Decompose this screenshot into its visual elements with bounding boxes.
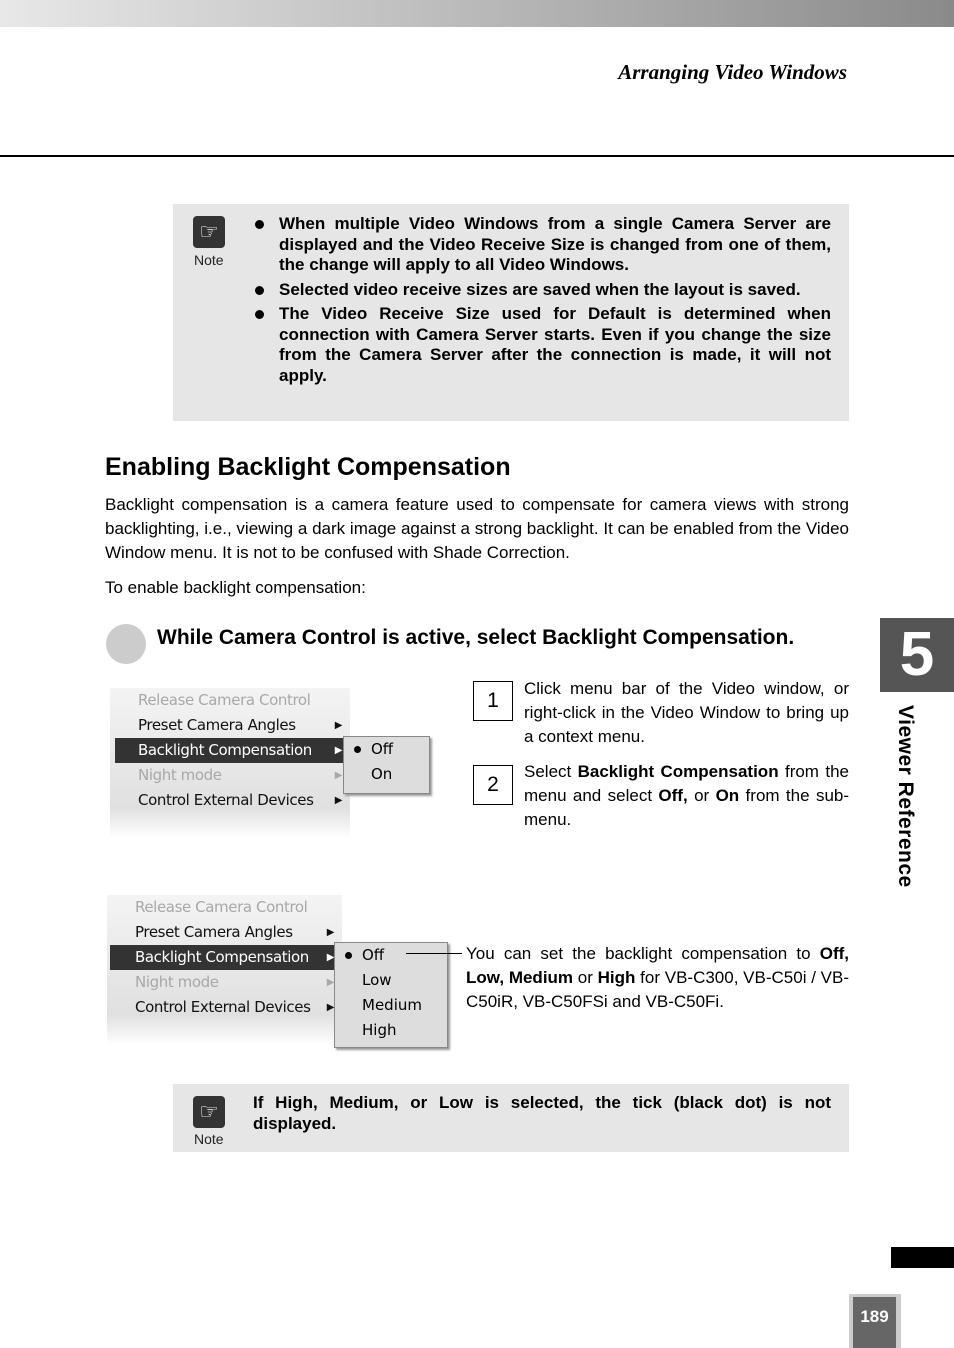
intro-paragraph: Backlight compensation is a camera featu… xyxy=(105,495,849,562)
submenu-arrow-icon: ▶ xyxy=(334,795,343,806)
context-menu-1: Release Camera Control Preset Camera Ang… xyxy=(110,688,350,838)
menu-item-backlight-compensation[interactable]: Backlight Compensation ▶ xyxy=(110,945,342,970)
t: You can set the backlight compensation t… xyxy=(466,944,820,963)
context-menu-2: Release Camera Control Preset Camera Ang… xyxy=(107,895,342,1045)
selected-dot-icon xyxy=(345,952,352,959)
header-bar xyxy=(0,0,954,27)
submenu-1: Off On xyxy=(343,736,430,794)
note-text: If High, Medium, or Low is selected, the… xyxy=(253,1093,831,1133)
menu-item-night-mode[interactable]: Night mode ▶ xyxy=(107,970,342,995)
menu-item-control-external-devices[interactable]: Control External Devices ▶ xyxy=(110,788,350,813)
submenu-item-medium[interactable]: Medium xyxy=(335,993,447,1018)
callout-line xyxy=(406,953,462,954)
submenu-item-off[interactable]: Off xyxy=(344,737,429,762)
step-number-2: 2 xyxy=(473,765,513,805)
submenu-arrow-icon: ▶ xyxy=(326,927,335,938)
menu-item-release-camera-control[interactable]: Release Camera Control xyxy=(110,688,350,713)
note-box-2: ☞ Note If High, Medium, or Low is select… xyxy=(173,1084,849,1152)
submenu-arrow-icon: ▶ xyxy=(334,770,343,781)
chapter-tab: 5 xyxy=(880,618,954,692)
menu-item-backlight-compensation[interactable]: Backlight Compensation ▶ xyxy=(115,738,350,763)
menu-item-night-mode[interactable]: Night mode ▶ xyxy=(110,763,350,788)
menu-label: Control External Devices xyxy=(135,998,311,1016)
t: High xyxy=(597,968,636,987)
t: Off, xyxy=(658,786,688,805)
running-title: Arranging Video Windows xyxy=(618,60,847,84)
menu-label: Backlight Compensation xyxy=(138,741,312,759)
margin-marker xyxy=(891,1247,954,1268)
menu-item-preset-camera-angles[interactable]: Preset Camera Angles ▶ xyxy=(107,920,342,945)
callout-text: You can set the backlight compensation t… xyxy=(466,942,849,1014)
selected-dot-icon xyxy=(354,746,361,753)
note-label: Note xyxy=(194,1131,224,1147)
step-number-1: 1 xyxy=(473,681,513,721)
submenu-item-high[interactable]: High xyxy=(335,1018,447,1043)
instruction-text: To enable backlight compensation: xyxy=(105,578,366,597)
note-item: Selected video receive sizes are saved w… xyxy=(253,280,831,301)
t: Backlight Compensation xyxy=(577,762,779,781)
section-title: Enabling Backlight Compensation xyxy=(105,453,511,481)
submenu-arrow-icon: ▶ xyxy=(334,745,343,756)
header-rule xyxy=(0,155,954,157)
submenu-label: Off xyxy=(362,946,385,964)
submenu-item-off[interactable]: Off xyxy=(335,943,447,968)
menu-label: Backlight Compensation xyxy=(135,948,309,966)
submenu-item-on[interactable]: On xyxy=(344,762,429,787)
submenu-label: Off xyxy=(371,740,394,758)
submenu-item-low[interactable]: Low xyxy=(335,968,447,993)
submenu-2: Off Low Medium High xyxy=(334,942,448,1048)
submenu-arrow-icon: ▶ xyxy=(326,952,335,963)
menu-label: Night mode xyxy=(135,973,219,991)
note-hand-icon: ☞ xyxy=(193,216,225,248)
menu-label: Preset Camera Angles xyxy=(138,716,296,734)
t: On xyxy=(715,786,740,805)
chapter-label: Viewer Reference xyxy=(894,705,917,888)
menu-item-control-external-devices[interactable]: Control External Devices ▶ xyxy=(107,995,342,1020)
menu-item-release-camera-control[interactable]: Release Camera Control xyxy=(107,895,342,920)
note-box: ☞ Note When multiple Video Windows from … xyxy=(173,204,849,421)
note-list: When multiple Video Windows from a singl… xyxy=(253,214,831,390)
step-2-text: Select Backlight Compensation from the m… xyxy=(524,760,849,832)
t: or xyxy=(687,786,716,805)
step-1-text: Click menu bar of the Video window, or r… xyxy=(524,679,849,746)
menu-label: Night mode xyxy=(138,766,222,784)
note-item: When multiple Video Windows from a singl… xyxy=(253,214,831,276)
t: Select xyxy=(524,762,578,781)
menu-label: Preset Camera Angles xyxy=(135,923,293,941)
menu-label: Control External Devices xyxy=(138,791,314,809)
step-bullet xyxy=(106,624,146,664)
note-hand-icon: ☞ xyxy=(193,1096,225,1128)
menu-item-preset-camera-angles[interactable]: Preset Camera Angles ▶ xyxy=(110,713,350,738)
note-label: Note xyxy=(194,252,224,268)
step-heading: While Camera Control is active, select B… xyxy=(157,626,795,649)
note-item: The Video Receive Size used for Default … xyxy=(253,304,831,386)
submenu-arrow-icon: ▶ xyxy=(326,1002,335,1013)
submenu-arrow-icon: ▶ xyxy=(326,977,335,988)
page-number: 189 xyxy=(853,1297,896,1348)
t: or xyxy=(573,968,598,987)
submenu-arrow-icon: ▶ xyxy=(334,720,343,731)
